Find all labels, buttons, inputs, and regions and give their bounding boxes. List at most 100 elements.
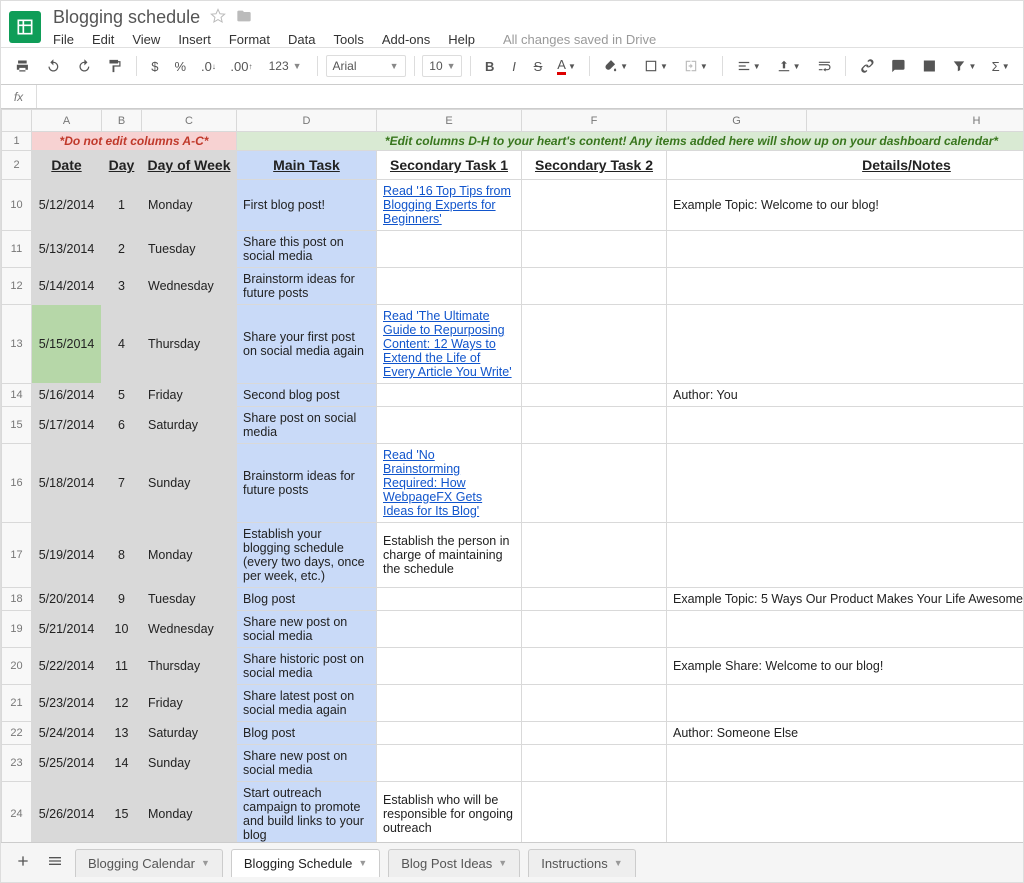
- cell-dow[interactable]: Friday: [142, 384, 237, 407]
- cell-dow[interactable]: Monday: [142, 782, 237, 843]
- cell-secondary-1[interactable]: [377, 722, 522, 745]
- cell-secondary-1[interactable]: Read '16 Top Tips from Blogging Experts …: [377, 180, 522, 231]
- cell-secondary-1[interactable]: [377, 685, 522, 722]
- cell-dow[interactable]: Thursday: [142, 305, 237, 384]
- col-head-g[interactable]: G: [667, 110, 807, 132]
- row-head[interactable]: 20: [2, 648, 32, 685]
- folder-icon[interactable]: [236, 8, 252, 27]
- col-head-h[interactable]: H: [807, 110, 1024, 132]
- cell-details[interactable]: [667, 523, 1024, 588]
- cell-main-task[interactable]: Brainstorm ideas for future posts: [237, 268, 377, 305]
- sheets-logo-icon[interactable]: [9, 11, 41, 43]
- cell-date[interactable]: 5/16/2014: [32, 384, 102, 407]
- cell-date[interactable]: 5/12/2014: [32, 180, 102, 231]
- cell-secondary-1[interactable]: [377, 384, 522, 407]
- cell-dow[interactable]: Friday: [142, 685, 237, 722]
- cell-dow[interactable]: Tuesday: [142, 588, 237, 611]
- col-head-e[interactable]: E: [377, 110, 522, 132]
- paint-format-icon[interactable]: [101, 54, 128, 78]
- row-head[interactable]: 1: [2, 132, 32, 151]
- menu-data[interactable]: Data: [288, 32, 315, 47]
- row-head[interactable]: 23: [2, 745, 32, 782]
- cell-day[interactable]: 1: [102, 180, 142, 231]
- merge-cells-icon[interactable]: ▼: [678, 54, 714, 78]
- header-sec1[interactable]: Secondary Task 1: [377, 151, 522, 180]
- cell-day[interactable]: 5: [102, 384, 142, 407]
- cell-secondary-2[interactable]: [522, 444, 667, 523]
- cell-main-task[interactable]: First blog post!: [237, 180, 377, 231]
- cell-main-task[interactable]: Share your first post on social media ag…: [237, 305, 377, 384]
- cell-date[interactable]: 5/21/2014: [32, 611, 102, 648]
- cell-secondary-1[interactable]: [377, 268, 522, 305]
- vertical-align-icon[interactable]: ▼: [771, 54, 807, 78]
- cell-date[interactable]: 5/13/2014: [32, 231, 102, 268]
- cell-secondary-2[interactable]: [522, 722, 667, 745]
- row-head[interactable]: 19: [2, 611, 32, 648]
- cell-main-task[interactable]: Share new post on social media: [237, 745, 377, 782]
- cell-details[interactable]: Author: Someone Else: [667, 722, 1024, 745]
- cell-secondary-1[interactable]: [377, 588, 522, 611]
- cell-details[interactable]: [667, 231, 1024, 268]
- row-head[interactable]: 21: [2, 685, 32, 722]
- borders-icon[interactable]: ▼: [638, 54, 674, 78]
- row-head[interactable]: 24: [2, 782, 32, 843]
- select-all-corner[interactable]: [2, 110, 32, 132]
- cell-dow[interactable]: Sunday: [142, 745, 237, 782]
- cell-details[interactable]: [667, 611, 1024, 648]
- cell-date[interactable]: 5/15/2014: [32, 305, 102, 384]
- text-wrap-icon[interactable]: [811, 54, 838, 78]
- cell-details[interactable]: Example Topic: 5 Ways Our Product Makes …: [667, 588, 1024, 611]
- menu-addons[interactable]: Add-ons: [382, 32, 430, 47]
- sheet-tab-schedule[interactable]: Blogging Schedule▼: [231, 849, 380, 877]
- cell-secondary-2[interactable]: [522, 231, 667, 268]
- cell-secondary-2[interactable]: [522, 523, 667, 588]
- col-head-d[interactable]: D: [237, 110, 377, 132]
- cell-date[interactable]: 5/24/2014: [32, 722, 102, 745]
- cell-details[interactable]: [667, 745, 1024, 782]
- cell-main-task[interactable]: Start outreach campaign to promote and b…: [237, 782, 377, 843]
- insert-link-icon[interactable]: [854, 54, 881, 78]
- menu-insert[interactable]: Insert: [178, 32, 211, 47]
- cell-dow[interactable]: Saturday: [142, 407, 237, 444]
- cell-secondary-2[interactable]: [522, 745, 667, 782]
- cell-date[interactable]: 5/22/2014: [32, 648, 102, 685]
- fill-color-icon[interactable]: ▼: [598, 54, 634, 78]
- star-icon[interactable]: [210, 8, 226, 27]
- cell-secondary-1[interactable]: [377, 745, 522, 782]
- menu-view[interactable]: View: [132, 32, 160, 47]
- text-color-icon[interactable]: A▼: [552, 54, 581, 78]
- percent-icon[interactable]: %: [169, 54, 192, 78]
- cell-main-task[interactable]: Share historic post on social media: [237, 648, 377, 685]
- cell-day[interactable]: 6: [102, 407, 142, 444]
- cell-secondary-2[interactable]: [522, 384, 667, 407]
- cell-dow[interactable]: Thursday: [142, 648, 237, 685]
- cell-main-task[interactable]: Establish your blogging schedule (every …: [237, 523, 377, 588]
- cell-main-task[interactable]: Blog post: [237, 588, 377, 611]
- cell-date[interactable]: 5/19/2014: [32, 523, 102, 588]
- header-main[interactable]: Main Task: [237, 151, 377, 180]
- menu-file[interactable]: File: [53, 32, 74, 47]
- cell-day[interactable]: 12: [102, 685, 142, 722]
- header-sec2[interactable]: Secondary Task 2: [522, 151, 667, 180]
- banner-red[interactable]: *Do not edit columns A-C*: [32, 132, 237, 151]
- cell-day[interactable]: 9: [102, 588, 142, 611]
- cell-date[interactable]: 5/25/2014: [32, 745, 102, 782]
- cell-secondary-2[interactable]: [522, 611, 667, 648]
- cell-day[interactable]: 10: [102, 611, 142, 648]
- cell-dow[interactable]: Saturday: [142, 722, 237, 745]
- header-dow[interactable]: Day of Week: [142, 151, 237, 180]
- menu-edit[interactable]: Edit: [92, 32, 114, 47]
- cell-secondary-1[interactable]: [377, 648, 522, 685]
- cell-dow[interactable]: Monday: [142, 523, 237, 588]
- cell-day[interactable]: 3: [102, 268, 142, 305]
- cell-details[interactable]: [667, 268, 1024, 305]
- cell-secondary-1[interactable]: Establish who will be responsible for on…: [377, 782, 522, 843]
- cell-details[interactable]: Example Share: Welcome to our blog!: [667, 648, 1024, 685]
- cell-date[interactable]: 5/17/2014: [32, 407, 102, 444]
- cell-date[interactable]: 5/23/2014: [32, 685, 102, 722]
- row-head[interactable]: 2: [2, 151, 32, 180]
- font-family-dropdown[interactable]: Arial▼: [326, 55, 406, 77]
- col-head-f[interactable]: F: [522, 110, 667, 132]
- cell-details[interactable]: [667, 782, 1024, 843]
- banner-green[interactable]: *Edit columns D-H to your heart's conten…: [237, 132, 1024, 151]
